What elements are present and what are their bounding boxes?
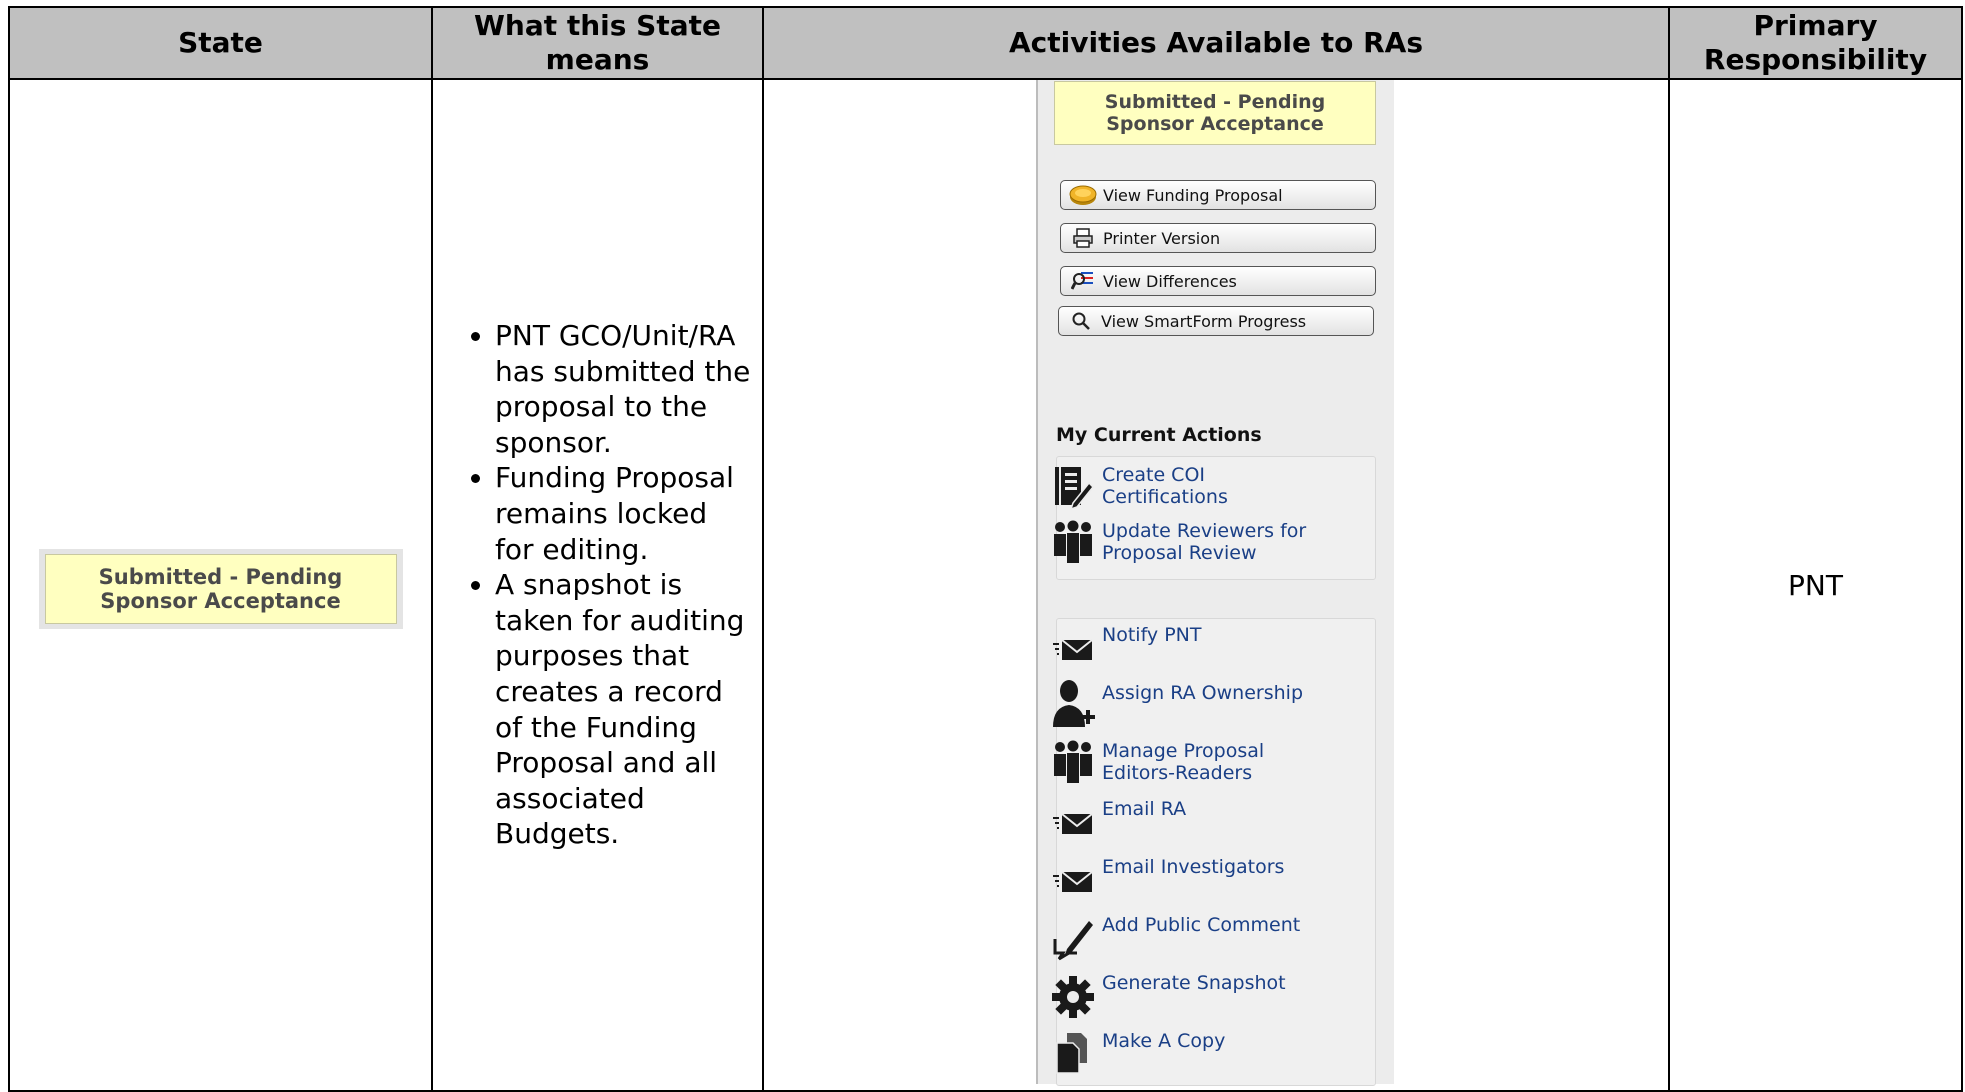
make-a-copy-label: Make A Copy [1102, 1030, 1226, 1052]
panel-badge-line1: Submitted - Pending [1104, 91, 1326, 113]
panel-badge-line2: Sponsor Acceptance [1106, 113, 1324, 135]
copy-icon [1050, 1028, 1096, 1078]
activities-cell: Submitted - Pending Sponsor Acceptance V… [762, 78, 1670, 1092]
add-public-comment-action[interactable]: Add Public Comment [1050, 912, 1332, 962]
update-reviewers-label: Update Reviewers for Proposal Review [1102, 520, 1307, 564]
state-badge-line2: Sponsor Acceptance [100, 589, 341, 613]
state-table: State What this State means Activities A… [8, 6, 1963, 1092]
email-ra-action[interactable]: Email RA [1050, 796, 1332, 846]
certificate-edit-icon [1050, 462, 1096, 512]
assign-ra-ownership-label: Assign RA Ownership [1102, 682, 1304, 704]
add-user-icon [1050, 680, 1096, 730]
magnifier-icon [1065, 311, 1097, 331]
generate-snapshot-label: Generate Snapshot [1102, 972, 1286, 994]
header-state: State [8, 6, 433, 80]
manage-proposal-editors-readers-label: Manage Proposal Editors-Readers [1102, 740, 1265, 784]
view-differences-button[interactable]: View Differences [1060, 266, 1376, 296]
create-coi-certifications-action[interactable]: Create COI Certifications [1050, 462, 1332, 512]
coins-icon [1067, 184, 1099, 206]
means-bullet: Funding Proposal remains locked for edit… [495, 460, 752, 567]
group-icon [1050, 738, 1096, 788]
header-means: What this State means [431, 6, 764, 80]
make-a-copy-action[interactable]: Make A Copy [1050, 1028, 1332, 1078]
means-list: PNT GCO/Unit/RA has submitted the propos… [433, 318, 752, 852]
state-badge-frame: Submitted - Pending Sponsor Acceptance [38, 549, 403, 629]
assign-ra-ownership-action[interactable]: Assign RA Ownership [1050, 680, 1332, 730]
add-public-comment-label: Add Public Comment [1102, 914, 1301, 936]
view-smartform-progress-button[interactable]: View SmartForm Progress [1058, 306, 1374, 336]
state-badge-line1: Submitted - Pending [98, 565, 343, 589]
update-reviewers-action[interactable]: Update Reviewers for Proposal Review [1050, 518, 1332, 568]
email-investigators-label: Email Investigators [1102, 856, 1285, 878]
header-row: State What this State means Activities A… [8, 6, 1963, 80]
mail-send-icon [1050, 796, 1096, 846]
generate-snapshot-action[interactable]: Generate Snapshot [1050, 970, 1332, 1020]
view-differences-label: View Differences [1103, 271, 1237, 291]
comment-pen-icon [1050, 912, 1096, 962]
state-badge: Submitted - Pending Sponsor Acceptance [44, 554, 397, 624]
email-ra-label: Email RA [1102, 798, 1187, 820]
printer-version-button[interactable]: Printer Version [1060, 223, 1376, 253]
view-funding-proposal-button[interactable]: View Funding Proposal [1060, 180, 1376, 210]
view-funding-proposal-label: View Funding Proposal [1103, 185, 1283, 205]
printer-version-label: Printer Version [1103, 228, 1221, 248]
means-bullet: PNT GCO/Unit/RA has submitted the propos… [495, 318, 752, 460]
printer-icon [1067, 228, 1099, 248]
differences-icon [1067, 270, 1099, 292]
header-activities: Activities Available to RAs [762, 6, 1670, 80]
manage-proposal-editors-readers-action[interactable]: Manage Proposal Editors-Readers [1050, 738, 1332, 788]
panel-state-badge: Submitted - Pending Sponsor Acceptance [1054, 81, 1376, 145]
create-coi-certifications-label: Create COI Certifications [1102, 464, 1228, 508]
state-cell: Submitted - Pending Sponsor Acceptance [8, 78, 433, 1092]
actions-panel: Submitted - Pending Sponsor Acceptance V… [1036, 80, 1394, 1086]
notify-pnt-label: Notify PNT [1102, 624, 1202, 646]
notify-pnt-action[interactable]: Notify PNT [1050, 622, 1332, 672]
means-cell: PNT GCO/Unit/RA has submitted the propos… [431, 78, 764, 1092]
header-responsibility: Primary Responsibility [1668, 6, 1963, 80]
view-smartform-progress-label: View SmartForm Progress [1101, 311, 1307, 331]
my-current-actions-title: My Current Actions [1056, 424, 1262, 446]
gear-icon [1050, 970, 1096, 1020]
table-row: Submitted - Pending Sponsor Acceptance P… [8, 78, 1963, 1092]
email-investigators-action[interactable]: Email Investigators [1050, 854, 1332, 904]
means-bullet: A snapshot is taken for auditing purpose… [495, 567, 752, 852]
responsibility-cell: PNT [1668, 78, 1963, 1092]
mail-send-icon [1050, 622, 1096, 672]
group-icon [1050, 518, 1096, 568]
mail-send-icon [1050, 854, 1096, 904]
